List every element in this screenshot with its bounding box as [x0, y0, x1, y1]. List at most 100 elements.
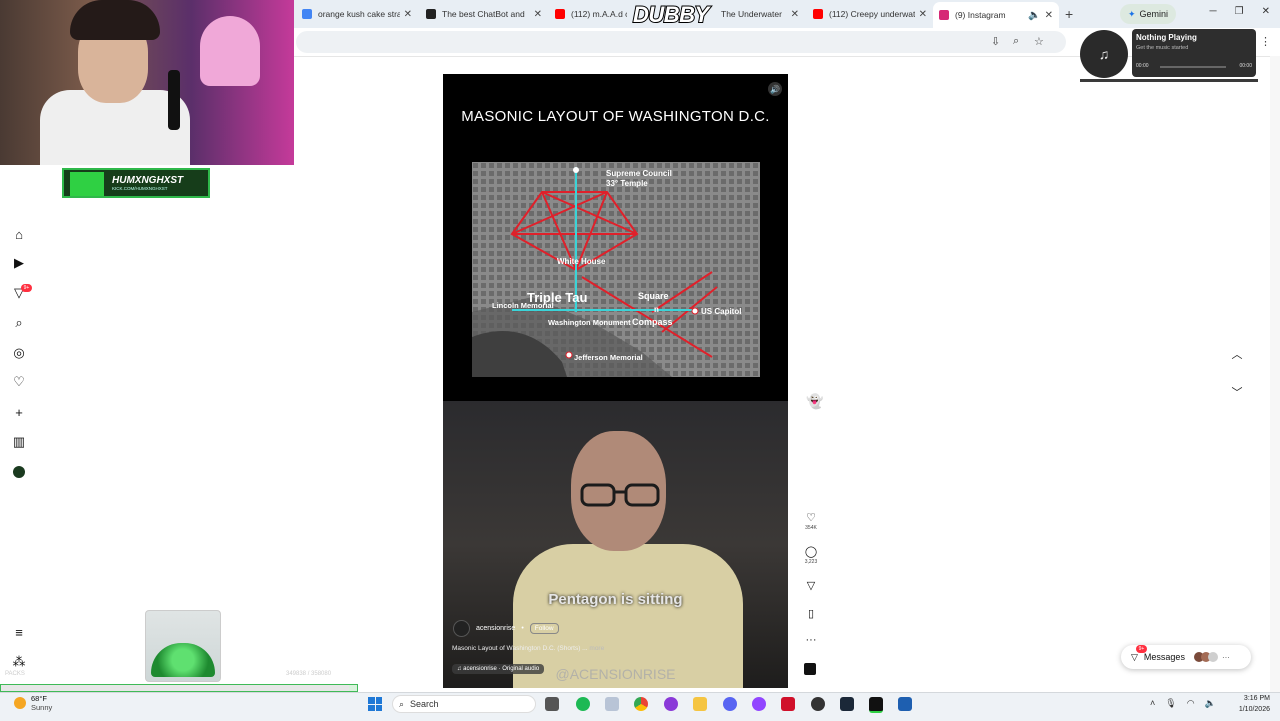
music-note-icon: ♫ — [457, 666, 462, 672]
file-explorer-icon[interactable] — [693, 697, 707, 711]
browser-tab[interactable]: (112) Creepy underwat ✕ — [807, 4, 933, 24]
audio-thumbnail[interactable] — [804, 663, 816, 675]
browser-menu-icon[interactable]: ⋮ — [1260, 35, 1271, 48]
more-link[interactable]: more — [589, 645, 604, 652]
profile-avatar-icon[interactable] — [9, 462, 29, 482]
chevron-up-icon[interactable]: ˄ — [1150, 698, 1155, 709]
terminal-icon[interactable] — [869, 697, 883, 713]
map-label: Jefferson Memorial — [574, 353, 643, 362]
dubby-logo: DUBBY — [632, 1, 710, 28]
follow-button[interactable]: Follow — [529, 623, 559, 634]
tab-title: orange kush cake stra — [318, 9, 400, 19]
browser-tab[interactable]: (112) m.A.A.d city — [549, 4, 633, 24]
bookmark-star-icon[interactable]: ☆ — [1034, 35, 1044, 48]
gemini-button[interactable]: ✦ Gemini — [1120, 4, 1177, 24]
more-menu-icon[interactable]: ≡ — [9, 622, 29, 642]
app-icon[interactable] — [664, 697, 678, 711]
close-tab-icon[interactable]: ✕ — [919, 9, 927, 20]
webcam-overlay — [0, 0, 294, 165]
home-icon[interactable]: ⌂ — [9, 224, 29, 244]
author-username[interactable]: acensionrise — [476, 625, 515, 632]
chevron-up-icon: ︿ — [1231, 349, 1243, 361]
microphone-icon[interactable]: 🎙 — [1165, 698, 1176, 709]
snapchat-ghost-icon: 👻 — [806, 393, 824, 409]
app-icon[interactable] — [811, 697, 825, 711]
close-tab-icon[interactable]: ✕ — [534, 9, 542, 20]
task-view-icon[interactable] — [545, 697, 559, 711]
zoom-icon[interactable]: ⌕ — [1013, 35, 1019, 48]
dashboard-icon[interactable]: ▥ — [9, 432, 29, 452]
youtube-favicon-icon — [813, 9, 823, 19]
reels-icon[interactable]: ▶ — [9, 253, 29, 273]
like-count: 354K — [805, 525, 817, 531]
minimize-icon[interactable]: ─ — [1210, 6, 1217, 17]
clock-date: 1/10/2026 — [1238, 706, 1270, 713]
washington-map: Supreme Council 33° Temple White House T… — [472, 162, 760, 377]
map-label: Washington Monument — [548, 318, 631, 327]
channel-name: HUMXNGHXST — [112, 175, 184, 186]
chatbot-favicon-icon — [426, 9, 436, 19]
windows-start-icon[interactable] — [368, 697, 382, 711]
close-tab-icon[interactable]: ✕ — [791, 9, 799, 20]
close-window-icon[interactable]: ✕ — [1262, 6, 1270, 17]
tab-title: (9) Instagram — [955, 10, 1006, 20]
spotify-icon[interactable] — [576, 697, 590, 711]
comment-count: 3,223 — [804, 559, 818, 565]
obs-icon[interactable] — [752, 697, 766, 711]
restore-icon[interactable]: ❐ — [1235, 6, 1244, 17]
app-icon[interactable] — [898, 697, 912, 711]
like-button[interactable]: ♡ 354K — [802, 511, 820, 531]
steam-icon[interactable] — [840, 697, 854, 711]
tab-audio-icon[interactable]: 🔈 — [1028, 10, 1040, 21]
create-icon[interactable]: + — [9, 402, 29, 422]
instagram-favicon-icon — [939, 10, 949, 20]
comment-button[interactable]: ◯ 3,223 — [802, 545, 820, 565]
volume-icon[interactable]: 🔈 — [1205, 698, 1216, 709]
tab-title: (112) Creepy underwat — [829, 9, 915, 19]
channel-url: KICK.COM/HUMXNGHXST — [112, 186, 168, 191]
progress-label: PACKS — [5, 671, 25, 677]
close-tab-icon[interactable]: ✕ — [404, 9, 412, 20]
notification-count-badge: 9+ — [21, 284, 32, 292]
music-disc-icon[interactable]: ♫ — [1080, 30, 1128, 78]
author-avatar[interactable] — [453, 620, 470, 637]
search-icon[interactable]: ⌕ — [9, 313, 29, 333]
app-icon[interactable] — [781, 697, 795, 711]
progress-count: 349838 / 358080 — [286, 671, 332, 677]
reel-video[interactable]: 🔊 MASONIC LAYOUT OF WASHINGTON D.C. Supr… — [443, 74, 788, 688]
itunes-icon[interactable] — [605, 697, 619, 711]
taskbar-search[interactable]: ⌕ Search — [392, 695, 536, 713]
music-time-start: 00:00 — [1136, 63, 1149, 69]
wifi-icon[interactable]: ◠ — [1187, 698, 1195, 709]
close-tab-icon[interactable]: ✕ — [1045, 10, 1053, 21]
streamer-hair — [70, 0, 160, 40]
map-label: Supreme Council — [606, 169, 672, 178]
new-tab-icon[interactable]: + — [1065, 6, 1073, 22]
discord-icon[interactable] — [723, 697, 737, 711]
install-app-icon[interactable]: ⇩ — [991, 35, 1000, 48]
browser-tab[interactable]: The Underwater ✕ — [715, 4, 805, 24]
system-clock[interactable]: 3:16 PM 1/10/2026 — [1226, 693, 1270, 715]
youtube-favicon-icon — [555, 9, 565, 19]
original-audio-link[interactable]: ♫ acensionrise · Original audio — [452, 664, 545, 674]
music-progress-bar — [1080, 79, 1258, 82]
heart-icon[interactable]: ♡ — [9, 372, 29, 392]
address-bar[interactable] — [296, 31, 1066, 53]
mute-icon[interactable]: 🔊 — [768, 82, 782, 96]
previous-reel-button[interactable]: ︿ — [1227, 344, 1247, 364]
chrome-icon[interactable] — [634, 697, 648, 711]
browser-tab[interactable]: The best ChatBot and ✕ — [420, 4, 548, 24]
browser-tab[interactable]: orange kush cake stra ✕ — [296, 4, 418, 24]
audio-label: acensionrise · Original audio — [463, 666, 540, 672]
page-scrollbar[interactable] — [1270, 56, 1280, 692]
explore-icon[interactable]: ◎ — [9, 343, 29, 363]
next-reel-button[interactable]: ﹀ — [1227, 382, 1247, 402]
more-options-button[interactable]: ··· — [802, 634, 820, 646]
video-caption: Pentagon is sitting — [548, 591, 683, 608]
weather-widget[interactable]: 68°F Sunny — [14, 694, 52, 712]
save-button[interactable]: ▯ — [802, 607, 820, 620]
browser-tab-active[interactable]: (9) Instagram 🔈 ✕ — [933, 2, 1059, 28]
share-button[interactable]: ▽ — [802, 579, 820, 592]
meta-apps-icon[interactable]: ⁂ — [9, 652, 29, 672]
music-seek-track[interactable] — [1160, 66, 1226, 68]
